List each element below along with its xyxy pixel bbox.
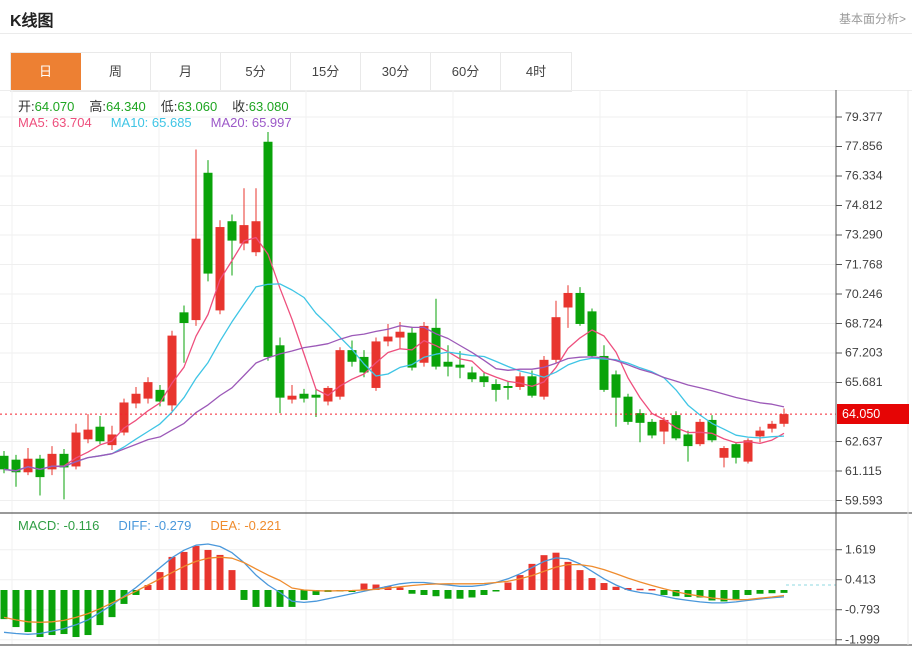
low-readout: 低:63.060	[161, 96, 217, 115]
macd-panel-surface[interactable]	[0, 515, 836, 645]
ma20-readout: MA20: 65.997	[211, 115, 292, 130]
high-readout: 高:64.340	[89, 96, 145, 115]
macd-axis-label: 0.413	[845, 572, 876, 586]
y-axis-label: 67.203	[845, 346, 883, 360]
y-axis-label: 79.377	[845, 110, 883, 124]
y-axis-label: 77.856	[845, 139, 883, 153]
y-axis-label: 62.637	[845, 434, 883, 448]
macd-axis-label: 1.619	[845, 542, 876, 556]
macd-axis-label: -0.793	[845, 602, 880, 616]
ma5-readout: MA5: 63.704	[18, 115, 92, 130]
diff-readout: DIFF: -0.279	[118, 518, 191, 533]
macd-readout: MACD: -0.116 DIFF: -0.279 DEA: -0.221	[18, 518, 281, 533]
y-axis-label: 59.593	[845, 493, 883, 507]
ma10-readout: MA10: 65.685	[111, 115, 192, 130]
y-axis-label: 70.246	[845, 287, 883, 301]
open-readout: 开:64.070	[18, 96, 74, 115]
macd-axis-label: -1.999	[845, 632, 880, 646]
kline-widget: K线图 基本面分析> 日周月5分15分30分60分4时 79.37777.856…	[0, 0, 912, 649]
close-readout: 收:63.080	[232, 96, 288, 115]
y-axis-label: 65.681	[845, 375, 883, 389]
main-chart-surface[interactable]	[0, 90, 836, 513]
y-axis-label: 61.115	[845, 464, 882, 478]
last-price-tag: 64.050	[837, 404, 909, 424]
macd-readout: MACD: -0.116	[18, 518, 99, 533]
ohlc-readout: 开:64.070 高:64.340 低:63.060 收:63.080	[18, 96, 289, 115]
y-axis-label: 71.768	[845, 257, 883, 271]
ma-readout: MA5: 63.704 MA10: 65.685 MA20: 65.997	[18, 115, 292, 130]
dea-readout: DEA: -0.221	[210, 518, 281, 533]
y-axis-label: 74.812	[845, 198, 883, 212]
y-axis-label: 76.334	[845, 169, 883, 183]
y-axis-label: 68.724	[845, 316, 883, 330]
y-axis-label: 73.290	[845, 228, 883, 242]
